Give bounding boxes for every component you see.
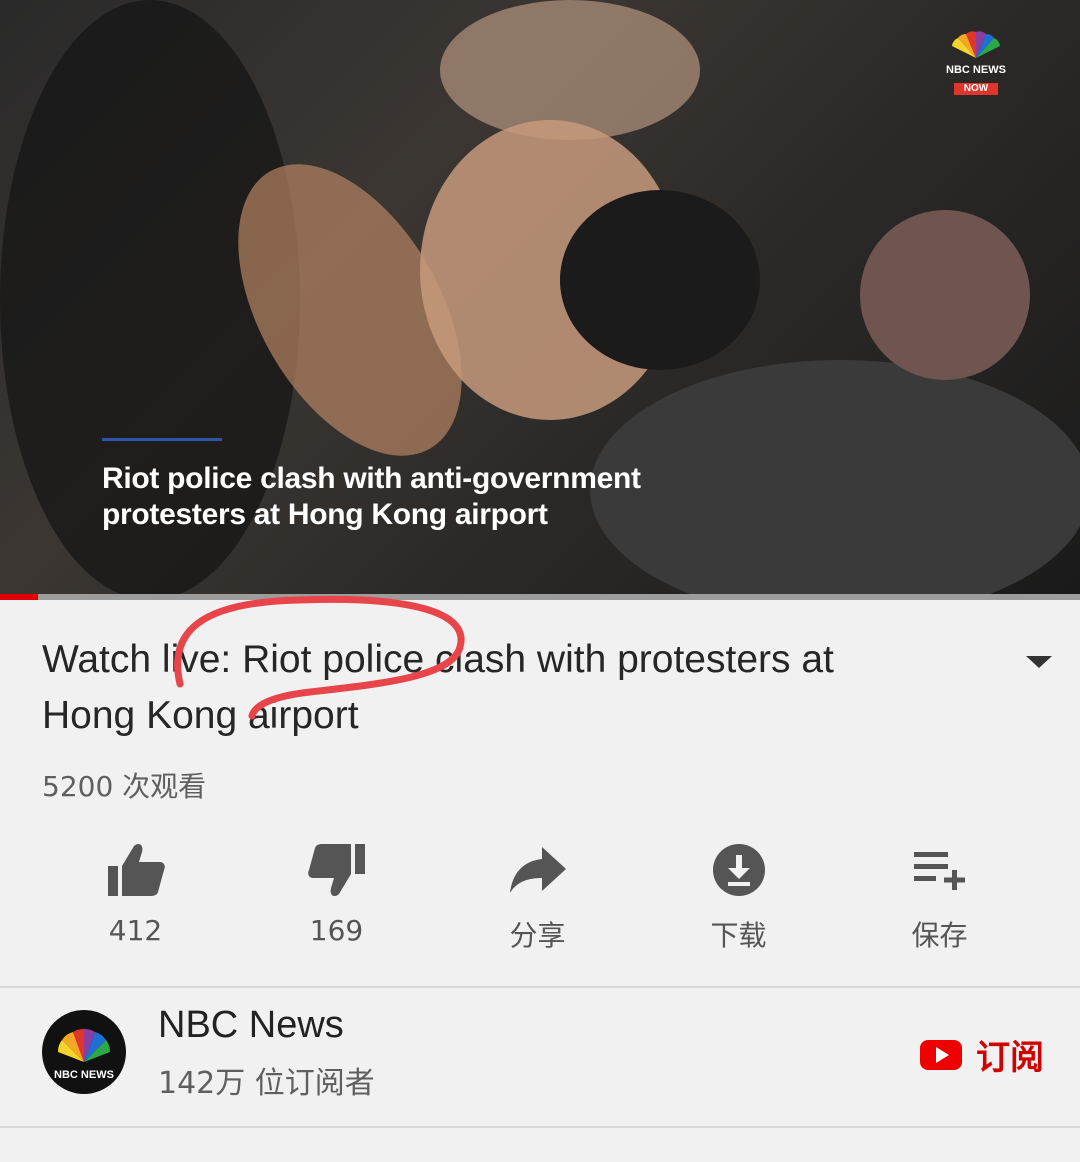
channel-avatar[interactable]: NBC NEWS: [42, 1010, 126, 1094]
like-button[interactable]: 412: [35, 838, 236, 954]
subscribe-label: 订阅: [976, 1038, 1044, 1078]
subscribe-button[interactable]: 订阅: [920, 1030, 1044, 1079]
video-progress-bar[interactable]: [0, 594, 1080, 600]
chevron-down-icon[interactable]: [1026, 656, 1052, 668]
video-frame-hands: [440, 0, 700, 140]
thumbs-down-icon: [305, 838, 369, 902]
video-title-line-1: Watch live: Riot police clash with prote…: [42, 638, 834, 681]
video-title: Watch live: Riot police clash with prote…: [42, 632, 922, 744]
badge-now: NOW: [953, 83, 999, 95]
section-divider: [0, 986, 1080, 988]
share-label: 分享: [509, 919, 566, 952]
share-button[interactable]: 分享: [437, 838, 638, 954]
playlist-add-icon: [908, 838, 972, 902]
section-divider-bottom: [0, 1126, 1080, 1128]
save-button[interactable]: 保存: [839, 838, 1040, 954]
nbc-peacock-icon: NBC NEWS: [54, 1028, 114, 1081]
subscriber-count: 142万 位订阅者: [158, 1066, 375, 1101]
youtube-icon: [920, 1039, 962, 1070]
view-count: 5200 次观看: [42, 770, 207, 803]
download-button[interactable]: 下载: [638, 838, 839, 954]
action-bar: 412 169 分享 下载 保存: [35, 838, 1045, 954]
channel-name[interactable]: NBC News: [158, 1004, 344, 1047]
download-label: 下载: [710, 919, 767, 952]
badge-brand: NBC NEWS: [946, 64, 1006, 76]
caption-line-2: protesters at Hong Kong airport: [102, 498, 548, 531]
nbc-news-now-logo: NBC NEWS NOW: [940, 30, 1012, 95]
caption-accent-line: [102, 438, 222, 441]
video-title-line-2: Hong Kong airport: [42, 694, 359, 737]
svg-text:NBC NEWS: NBC NEWS: [54, 1069, 114, 1081]
share-icon: [506, 838, 570, 902]
peacock-icon: [952, 31, 1000, 58]
video-frame-megaphone: [560, 190, 760, 370]
download-icon: [707, 838, 771, 902]
like-count: 412: [108, 914, 163, 947]
video-title-row[interactable]: Watch live: Riot police clash with prote…: [42, 632, 1052, 744]
thumbs-up-icon: [104, 838, 168, 902]
caption-line-1: Riot police clash with anti-government: [102, 462, 641, 495]
video-player[interactable]: NBC NEWS NOW Riot police clash with anti…: [0, 0, 1080, 596]
dislike-button[interactable]: 169: [236, 838, 437, 954]
save-label: 保存: [911, 919, 968, 952]
video-progress-fill: [0, 594, 38, 600]
video-caption: Riot police clash with anti-government p…: [102, 438, 722, 533]
dislike-count: 169: [309, 914, 364, 947]
